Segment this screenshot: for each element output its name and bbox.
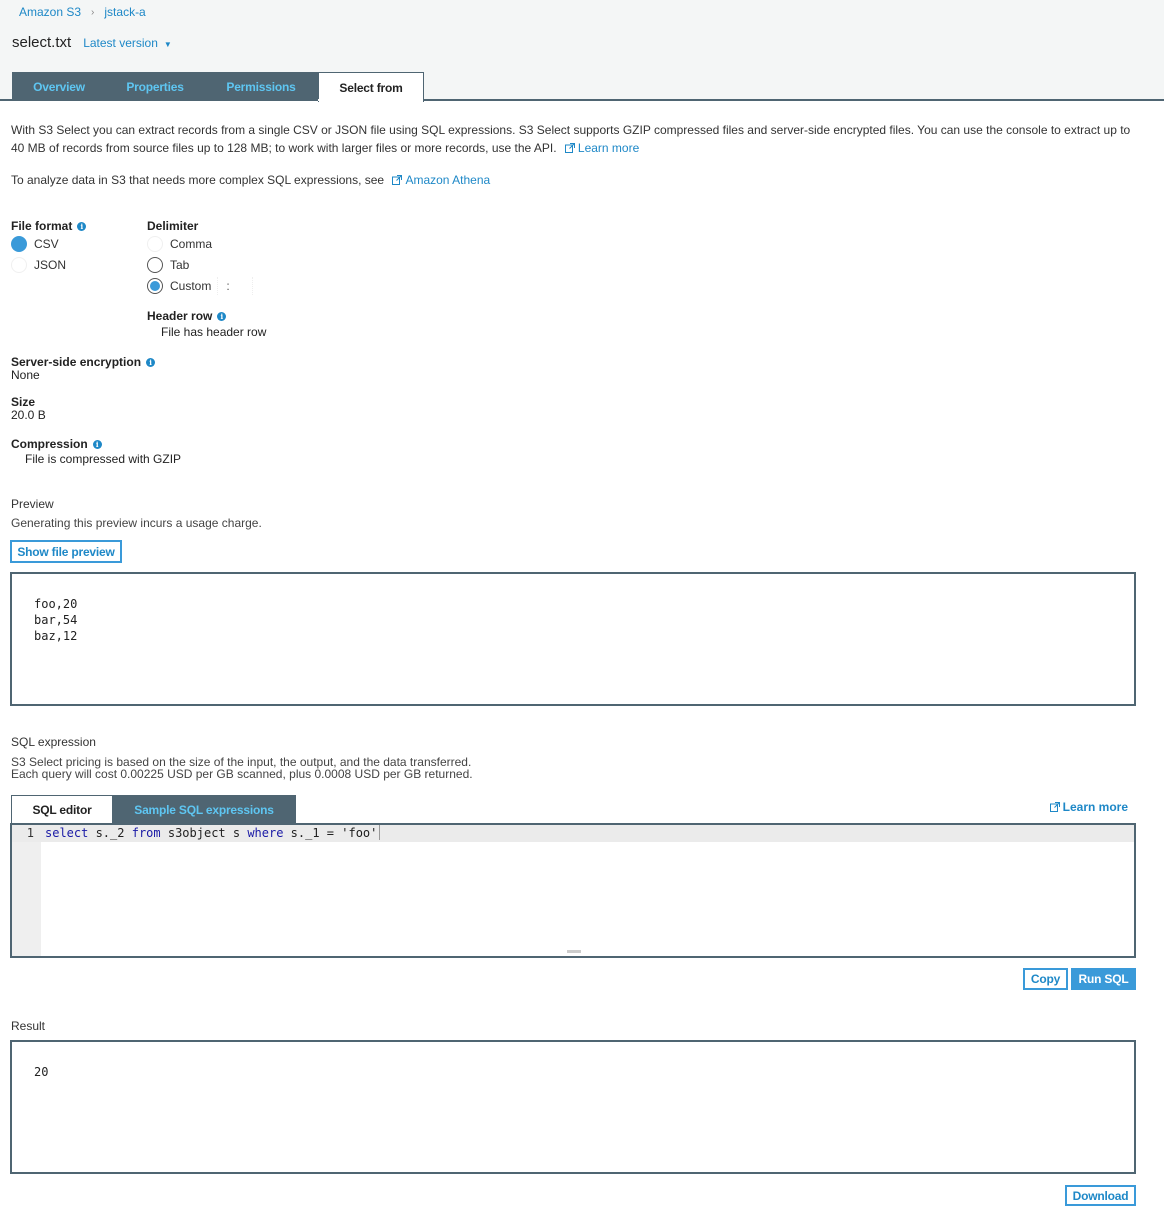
line-number: 1 (26, 826, 34, 840)
radio-csv-label: CSV (34, 236, 59, 251)
delimiter-group: Delimiter Comma Tab Custom : (147, 219, 254, 296)
radio-json-label: JSON (34, 257, 67, 272)
radio-custom-label: Custom (170, 278, 212, 293)
info-icon[interactable]: i (92, 440, 102, 449)
sql-learn-more-link[interactable]: Learn more (1063, 800, 1128, 814)
tab-sample-sql-expressions[interactable]: Sample SQL expressions (112, 795, 296, 824)
page-title: select.txt (12, 34, 72, 51)
size-value: 20.0 B (11, 408, 46, 422)
copy-button[interactable]: Copy (1023, 968, 1068, 990)
result-box: 20 (10, 1040, 1136, 1174)
code-part: s3object s (160, 826, 248, 840)
size-group: Size 20.0 B (11, 395, 46, 422)
preview-label: Preview (11, 497, 54, 511)
radio-comma-label: Comma (170, 236, 213, 251)
radio-selected-icon[interactable] (147, 277, 163, 294)
code-part: s._2 (88, 826, 132, 840)
string-literal: 'foo' (341, 826, 378, 840)
version-dropdown[interactable]: Latest version ▼ (83, 36, 172, 50)
custom-delimiter-input[interactable]: : (217, 276, 254, 295)
external-link-icon (1049, 802, 1060, 812)
breadcrumb-amazon-s3[interactable]: Amazon S3 (19, 5, 81, 19)
radio-unselected-icon[interactable] (147, 256, 163, 273)
info-icon[interactable]: i (217, 312, 227, 321)
athena-text: To analyze data in S3 that needs more co… (11, 171, 490, 189)
preview-box: foo,20 bar,54 baz,12 (10, 572, 1136, 706)
preview-content: foo,20 bar,54 baz,12 (34, 597, 78, 643)
radio-selected-icon[interactable] (11, 235, 27, 252)
external-link-icon (564, 143, 575, 153)
tab-select-from[interactable]: Select from (318, 72, 424, 102)
file-format-group: File format i CSV JSON (11, 219, 87, 275)
info-icon[interactable]: i (146, 358, 156, 367)
radio-unselected-icon[interactable] (147, 235, 163, 252)
editor-gutter (12, 825, 41, 956)
intro-text: With S3 Select you can extract records f… (11, 121, 1141, 157)
radio-tab-label: Tab (170, 257, 190, 272)
page-header: Amazon S3 › jstack-a select.txt Latest v… (0, 0, 1164, 102)
sql-code-line[interactable]: select s._2 from s3object s where s._1 =… (45, 825, 381, 842)
sql-learn-more[interactable]: Learn more (1045, 800, 1128, 814)
header-row-group: Header row i File has header row (147, 309, 266, 339)
file-format-label: File format (11, 219, 73, 233)
tab-divider (0, 99, 1164, 101)
breadcrumb-separator-icon: › (91, 6, 95, 18)
result-content: 20 (34, 1065, 49, 1079)
header-row-checkbox[interactable]: File has header row (147, 325, 266, 339)
keyword-where: where (247, 826, 284, 840)
text-cursor (379, 825, 381, 840)
keyword-select: select (45, 826, 89, 840)
download-button[interactable]: Download (1065, 1185, 1136, 1206)
encryption-value: None (11, 368, 40, 382)
editor-resize-handle[interactable] (567, 950, 581, 953)
breadcrumb-bucket[interactable]: jstack-a (104, 5, 145, 19)
radio-tab[interactable]: Tab (147, 254, 253, 275)
external-link-icon (392, 175, 403, 185)
sql-editor[interactable]: 1 select s._2 from s3object s where s._1… (10, 823, 1136, 958)
radio-csv[interactable]: CSV (11, 233, 86, 254)
info-icon[interactable]: i (77, 222, 87, 231)
caret-down-icon: ▼ (163, 40, 172, 49)
preview-description: Generating this preview incurs a usage c… (11, 516, 262, 530)
athena-text-label: To analyze data in S3 that needs more co… (11, 173, 385, 187)
encryption-label: Server-side encryption (11, 355, 142, 369)
radio-custom[interactable]: Custom : (147, 275, 254, 296)
encryption-group: Server-side encryption i None (11, 355, 156, 382)
result-label: Result (11, 1019, 46, 1033)
intro-learn-more-link[interactable]: Learn more (578, 141, 639, 155)
editor-tab-bar: SQL editor Sample SQL expressions (11, 795, 296, 824)
tab-permissions[interactable]: Permissions (204, 72, 318, 101)
radio-unselected-icon[interactable] (11, 256, 27, 273)
sql-pricing-line2: Each query will cost 0.00225 USD per GB … (11, 767, 473, 781)
version-dropdown-label: Latest version (83, 36, 158, 50)
tab-sql-editor[interactable]: SQL editor (11, 795, 112, 824)
code-part: s._1 = (283, 826, 342, 840)
amazon-athena-link[interactable]: Amazon Athena (405, 173, 490, 187)
tab-bar: Overview Properties Permissions Select f… (12, 72, 424, 102)
compression-checkbox[interactable]: File is compressed with GZIP (11, 453, 181, 466)
compression-label: Compression (11, 437, 88, 451)
radio-json[interactable]: JSON (11, 254, 86, 275)
tab-properties[interactable]: Properties (106, 72, 204, 101)
show-file-preview-button[interactable]: Show file preview (10, 540, 122, 563)
radio-comma[interactable]: Comma (147, 233, 253, 254)
tab-overview[interactable]: Overview (12, 72, 106, 101)
compression-group: Compression i File is compressed with GZI… (11, 437, 181, 466)
breadcrumb: Amazon S3 › jstack-a (19, 5, 146, 19)
header-row-label: Header row (147, 309, 213, 323)
size-label: Size (11, 395, 36, 409)
delimiter-label: Delimiter (147, 219, 199, 233)
sql-expression-label: SQL expression (11, 735, 96, 749)
keyword-from: from (131, 826, 161, 840)
run-sql-button[interactable]: Run SQL (1071, 968, 1136, 990)
